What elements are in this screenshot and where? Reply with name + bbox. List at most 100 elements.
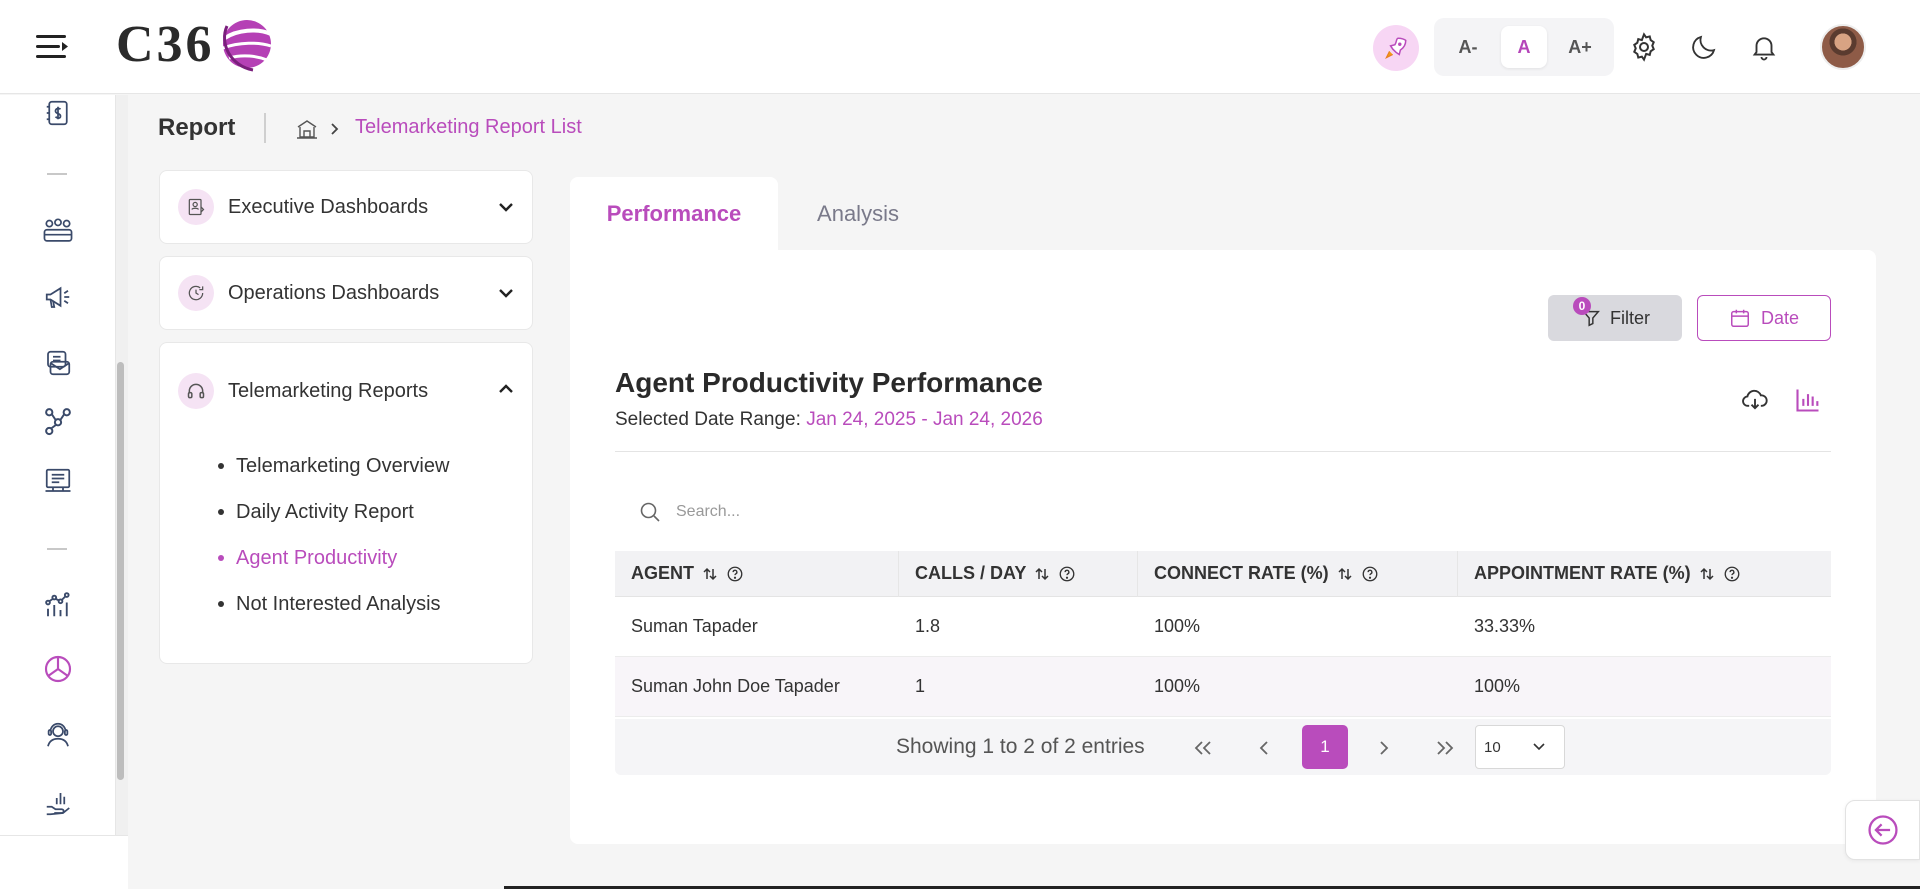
column-header-appointment-rate[interactable]: APPOINTMENT RATE (%) — [1458, 563, 1831, 584]
date-range: Selected Date Range: Jan 24, 2025 - Jan … — [615, 409, 1043, 431]
sort-icon[interactable] — [1699, 566, 1715, 582]
breadcrumb-current[interactable]: Telemarketing Report List — [355, 116, 582, 139]
font-increase-button[interactable]: A+ — [1557, 26, 1603, 68]
previous-page-icon[interactable] — [1247, 731, 1281, 765]
submenu-agent-productivity[interactable]: Agent Productivity — [218, 535, 532, 581]
chevron-up-icon — [499, 384, 513, 393]
table-row[interactable]: Suman Tapader 1.8 100% 33.33% — [615, 597, 1831, 657]
reports-pie-icon[interactable] — [40, 651, 76, 687]
sort-icon[interactable] — [1034, 566, 1050, 582]
submenu-not-interested-analysis[interactable]: Not Interested Analysis — [218, 581, 532, 627]
cell-appointment-rate: 100% — [1474, 676, 1521, 696]
pagination-summary: Showing 1 to 2 of 2 entries — [896, 735, 1145, 758]
submenu-telemarketing-overview[interactable]: Telemarketing Overview — [218, 443, 532, 489]
home-icon[interactable] — [295, 117, 319, 141]
app-logo[interactable]: C36 — [116, 14, 275, 74]
executive-dashboards-toggle[interactable]: Executive Dashboards — [160, 171, 532, 243]
help-circle-icon[interactable] — [726, 565, 744, 583]
column-header-label: CONNECT RATE (%) — [1154, 563, 1329, 583]
cell-calls-per-day: 1.8 — [915, 616, 941, 636]
user-avatar[interactable] — [1820, 24, 1866, 70]
clock-cycle-icon — [178, 275, 214, 311]
last-page-icon[interactable] — [1427, 731, 1461, 765]
cell-calls-per-day: 1 — [915, 676, 926, 696]
font-decrease-button[interactable]: A- — [1445, 26, 1491, 68]
card-label: Executive Dashboards — [228, 195, 429, 218]
card-label: Operations Dashboards — [228, 281, 440, 304]
sidebar-scrollbar[interactable] — [117, 362, 124, 780]
rail-divider — [47, 548, 67, 550]
dark-mode-moon-icon[interactable] — [1685, 28, 1723, 66]
page-size-select[interactable]: 10 — [1475, 725, 1565, 769]
table-header-row: AGENT CALLS / DAY CONNECT RATE (%) APPOI… — [615, 550, 1831, 597]
column-header-connect-rate[interactable]: CONNECT RATE (%) — [1138, 550, 1458, 597]
section-divider — [615, 451, 1831, 452]
gear-icon[interactable] — [1625, 28, 1663, 66]
font-default-button[interactable]: A — [1501, 26, 1547, 68]
operations-dashboards-toggle[interactable]: Operations Dashboards — [160, 257, 532, 329]
mail-list-icon[interactable] — [40, 345, 76, 381]
analytics-chart-icon[interactable] — [40, 587, 76, 623]
filter-button[interactable]: Filter — [1548, 295, 1682, 341]
cell-agent: Suman John Doe Tapader — [631, 676, 840, 696]
first-page-icon[interactable] — [1187, 731, 1221, 765]
rail-divider — [47, 173, 67, 175]
date-range-label: Selected Date Range: — [615, 409, 801, 430]
rocket-icon[interactable] — [1373, 25, 1419, 71]
hand-stats-icon[interactable] — [40, 785, 76, 821]
tab-analysis[interactable]: Analysis — [778, 177, 938, 251]
search-input[interactable] — [676, 503, 1036, 521]
report-tabs: Performance Analysis — [570, 177, 938, 251]
cloud-download-icon[interactable] — [1741, 386, 1769, 414]
sort-icon[interactable] — [1337, 566, 1353, 582]
megaphone-icon[interactable] — [40, 279, 76, 315]
search-box — [638, 494, 1058, 530]
sidebar-footer — [0, 835, 128, 889]
workflow-nodes-icon[interactable] — [40, 403, 76, 439]
telemarketing-submenu: Telemarketing Overview Daily Activity Re… — [160, 439, 532, 643]
breadcrumb-divider — [264, 113, 266, 143]
help-circle-icon[interactable] — [1058, 565, 1076, 583]
filter-label: Filter — [1610, 307, 1650, 328]
tab-performance[interactable]: Performance — [570, 177, 778, 251]
column-header-agent[interactable]: AGENT — [615, 550, 899, 597]
font-size-switcher: A- A A+ — [1434, 18, 1614, 76]
cell-connect-rate: 100% — [1154, 676, 1201, 696]
cell-agent: Suman Tapader — [631, 616, 758, 636]
column-header-label: CALLS / DAY — [915, 563, 1027, 583]
card-label: Telemarketing Reports — [228, 379, 429, 402]
executive-dashboards-card: Executive Dashboards — [159, 170, 533, 244]
pagination-bar: Showing 1 to 2 of 2 entries 1 10 — [615, 719, 1831, 775]
sort-icon[interactable] — [702, 566, 718, 582]
user-report-icon — [178, 189, 214, 225]
headphones-icon — [178, 373, 214, 409]
logo-text: C36 — [116, 15, 215, 73]
column-header-calls-per-day[interactable]: CALLS / DAY — [899, 550, 1138, 597]
bar-chart-icon[interactable] — [1794, 386, 1822, 414]
logo-globe-icon — [222, 20, 272, 72]
icon-sidebar — [0, 95, 116, 835]
table-row[interactable]: Suman John Doe Tapader 1 100% 100% — [615, 657, 1831, 717]
cell-appointment-rate: 33.33% — [1474, 616, 1536, 636]
report-title: Agent Productivity Performance — [615, 367, 1043, 398]
support-agent-icon[interactable] — [40, 717, 76, 753]
back-arrow-button[interactable] — [1845, 800, 1920, 860]
submenu-daily-activity-report[interactable]: Daily Activity Report — [218, 489, 532, 535]
calendar-icon — [1731, 309, 1749, 327]
page-button-current[interactable]: 1 — [1302, 725, 1348, 769]
date-button[interactable]: Date — [1697, 295, 1831, 341]
billing-icon[interactable] — [40, 95, 76, 131]
arrow-left-circle-icon — [1867, 815, 1898, 845]
team-icon[interactable] — [40, 213, 76, 249]
bell-icon[interactable] — [1745, 28, 1783, 66]
menu-toggle-icon[interactable] — [34, 30, 70, 64]
telemarketing-reports-card: Telemarketing Reports Telemarketing Over… — [159, 342, 533, 664]
help-circle-icon[interactable] — [1723, 565, 1741, 583]
agent-productivity-table: AGENT CALLS / DAY CONNECT RATE (%) APPOI… — [615, 550, 1831, 717]
next-page-icon[interactable] — [1367, 731, 1401, 765]
help-circle-icon[interactable] — [1361, 565, 1379, 583]
operations-dashboards-card: Operations Dashboards — [159, 256, 533, 330]
telemarketing-reports-toggle[interactable]: Telemarketing Reports — [160, 343, 532, 439]
page-size-value: 10 — [1484, 738, 1501, 756]
training-board-icon[interactable] — [40, 463, 76, 499]
